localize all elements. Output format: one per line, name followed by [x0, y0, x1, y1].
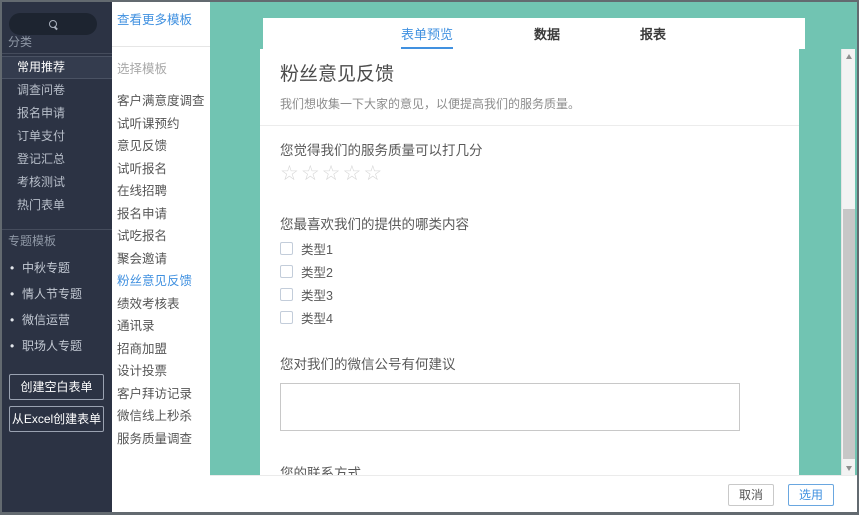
- sidebar-item-category[interactable]: 登记汇总: [2, 148, 112, 171]
- sidebar-item-category[interactable]: 热门表单: [2, 194, 112, 217]
- template-list-item[interactable]: 通讯录: [117, 315, 210, 338]
- create-from-excel-button[interactable]: 从Excel创建表单: [9, 406, 104, 432]
- form-description: 我们想收集一下大家的意见，以便提高我们的服务质量。: [280, 96, 581, 111]
- sidebar-item-category[interactable]: 报名申请: [2, 102, 112, 125]
- cancel-button[interactable]: 取消: [727, 483, 774, 506]
- sidebar-item-category[interactable]: 考核测试: [2, 171, 112, 194]
- tab-report[interactable]: 报表: [627, 18, 679, 49]
- select-template-label: 选择模板: [117, 62, 168, 76]
- template-list-item[interactable]: 在线招聘: [117, 180, 210, 203]
- topics-heading: 专题模板: [8, 234, 57, 248]
- question-email: 您的联系方式 如果您需要我们回复您的反馈，可以留下邮箱。: [280, 462, 779, 475]
- question-label: 您对我们的微信公号有何建议: [280, 356, 456, 372]
- create-blank-form-button[interactable]: 创建空白表单: [9, 374, 104, 400]
- template-list-item[interactable]: 招商加盟: [117, 338, 210, 361]
- template-list-item[interactable]: 试听课预约: [117, 113, 210, 136]
- preview-pane: 表单预览 数据 报表 粉丝意见反馈 我们想收集一下大家的意见，以便提高我们的服务…: [210, 2, 857, 475]
- question-rating: 您觉得我们的服务质量可以打几分 ☆☆☆☆☆: [280, 139, 779, 188]
- sidebar-item-category[interactable]: 订单支付: [2, 125, 112, 148]
- form-title: 粉丝意见反馈: [280, 64, 395, 85]
- star-icon[interactable]: ☆: [342, 162, 363, 185]
- star-icon[interactable]: ☆: [301, 162, 322, 185]
- checkbox-icon[interactable]: [280, 288, 293, 302]
- sidebar-divider: [2, 53, 112, 54]
- question-checkbox: 您最喜欢我们的提供的哪类内容 类型1 类型2 类型3 类型4: [280, 213, 779, 326]
- checkbox-option[interactable]: 类型2: [280, 264, 779, 280]
- star-icon[interactable]: ☆: [322, 162, 343, 185]
- sidebar-item-category[interactable]: 常用推荐: [2, 56, 112, 79]
- view-more-templates-link[interactable]: 查看更多模板: [117, 10, 192, 30]
- checkbox-options: 类型1 类型2 类型3 类型4: [280, 241, 779, 326]
- checkbox-icon[interactable]: [280, 242, 293, 256]
- tab-form-preview[interactable]: 表单预览: [385, 18, 469, 49]
- template-list-item[interactable]: 聚会邀请: [117, 248, 210, 271]
- template-list: 客户满意度调查 试听课预约 意见反馈 试听报名 在线招聘 报名申请 试吃报名 聚…: [117, 90, 210, 450]
- template-list-item[interactable]: 粉丝意见反馈: [117, 270, 210, 293]
- scroll-up-icon[interactable]: [842, 49, 856, 63]
- question-label: 您最喜欢我们的提供的哪类内容: [280, 216, 469, 232]
- template-list-item[interactable]: 试吃报名: [117, 225, 210, 248]
- template-list-item[interactable]: 绩效考核表: [117, 293, 210, 316]
- action-footer: 取消 选用: [210, 475, 857, 512]
- sidebar-item-topic[interactable]: 中秋专题: [2, 255, 112, 281]
- checkbox-icon[interactable]: [280, 311, 293, 325]
- template-list-item[interactable]: 客户拜访记录: [117, 383, 210, 406]
- question-label: 您觉得我们的服务质量可以打几分: [280, 142, 483, 158]
- sidebar-item-category[interactable]: 调查问卷: [2, 79, 112, 102]
- search-icon: [48, 19, 58, 29]
- checkbox-option[interactable]: 类型3: [280, 287, 779, 303]
- sidebar-divider: [2, 229, 112, 230]
- form-header-divider: [260, 124, 799, 126]
- template-list-divider: [112, 46, 210, 47]
- checkbox-icon[interactable]: [280, 265, 293, 279]
- form-preview-card: 粉丝意见反馈 我们想收集一下大家的意见，以便提高我们的服务质量。 您觉得我们的服…: [260, 49, 799, 475]
- template-list-item[interactable]: 客户满意度调查: [117, 90, 210, 113]
- app-window: 分类 常用推荐 调查问卷 报名申请 订单支付 登记汇总 考核测试 热门表单 专题…: [0, 0, 859, 515]
- tab-data[interactable]: 数据: [521, 18, 573, 49]
- template-list-item[interactable]: 服务质量调查: [117, 428, 210, 451]
- suggestion-textarea[interactable]: [280, 382, 740, 431]
- template-list-item[interactable]: 微信线上秒杀: [117, 405, 210, 428]
- apply-button[interactable]: 选用: [787, 483, 834, 506]
- preview-scrollbar[interactable]: [841, 49, 855, 475]
- checkbox-option[interactable]: 类型1: [280, 241, 779, 257]
- star-icon[interactable]: ☆: [363, 162, 384, 185]
- sidebar-item-topic[interactable]: 情人节专题: [2, 281, 112, 307]
- sidebar-item-topic[interactable]: 微信运营: [2, 307, 112, 333]
- template-list-item[interactable]: 试听报名: [117, 158, 210, 181]
- star-rating-widget: ☆☆☆☆☆: [280, 162, 779, 188]
- category-nav: 常用推荐 调查问卷 报名申请 订单支付 登记汇总 考核测试 热门表单: [2, 56, 112, 217]
- question-label: 您的联系方式: [280, 465, 361, 475]
- category-sidebar: 分类 常用推荐 调查问卷 报名申请 订单支付 登记汇总 考核测试 热门表单 专题…: [2, 2, 112, 512]
- preview-tabbar: 表单预览 数据 报表: [263, 18, 805, 49]
- sidebar-item-topic[interactable]: 职场人专题: [2, 333, 112, 359]
- scrollbar-thumb[interactable]: [843, 209, 855, 459]
- scroll-down-icon[interactable]: [842, 461, 856, 475]
- template-list-item[interactable]: 设计投票: [117, 360, 210, 383]
- question-textarea: 您对我们的微信公号有何建议: [280, 353, 779, 436]
- categories-heading: 分类: [8, 35, 33, 49]
- template-list-panel: 查看更多模板 选择模板 客户满意度调查 试听课预约 意见反馈 试听报名 在线招聘…: [112, 2, 210, 512]
- checkbox-option[interactable]: 类型4: [280, 310, 779, 326]
- star-icon[interactable]: ☆: [280, 162, 301, 185]
- template-list-item[interactable]: 意见反馈: [117, 135, 210, 158]
- template-list-item[interactable]: 报名申请: [117, 203, 210, 226]
- topic-nav: 中秋专题 情人节专题 微信运营 职场人专题: [2, 255, 112, 359]
